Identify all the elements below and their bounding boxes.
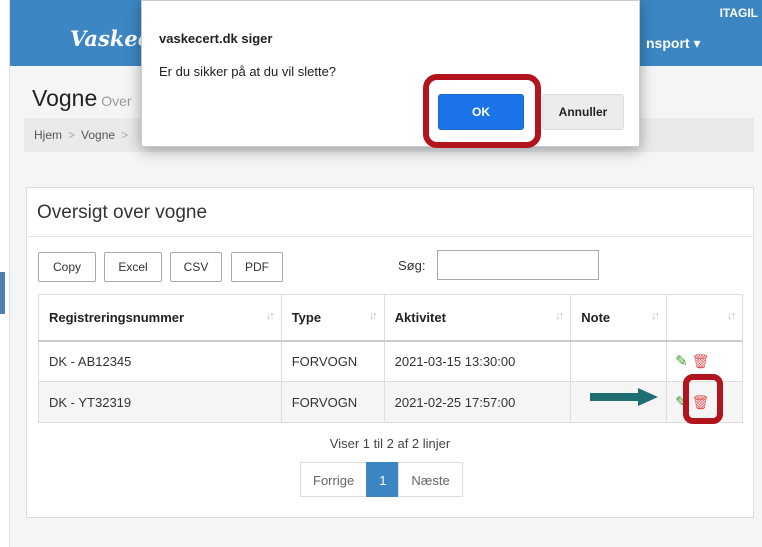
left-edge (0, 0, 10, 547)
pagination-page-1[interactable]: 1 (366, 462, 400, 497)
copy-button[interactable]: Copy (38, 252, 96, 282)
cell-type: FORVOGN (280, 340, 385, 382)
cell-activity: 2021-02-25 17:57:00 (383, 381, 572, 423)
left-edge-marker (0, 272, 5, 314)
table-header-row: Registreringsnummer ↓↑ Type ↓↑ Aktivitet ↓↑… (38, 294, 743, 342)
pagination-next[interactable]: Næste (398, 462, 463, 497)
col-actions[interactable]: ↓↑ (666, 294, 743, 342)
pagination: Forrige 1 Næste (300, 462, 463, 497)
sort-icon: ↓↑ (727, 310, 736, 322)
panel-divider (27, 236, 753, 237)
trash-icon[interactable]: 🗑 (692, 353, 710, 369)
ok-highlight-ring (423, 74, 541, 148)
sort-icon: ↓↑ (368, 310, 378, 322)
cell-activity: 2021-03-15 13:30:00 (383, 340, 572, 382)
excel-button[interactable]: Excel (104, 252, 162, 282)
cell-reg: DK - AB12345 (38, 340, 282, 382)
col-aktivitet[interactable]: Aktivitet ↓↑ (383, 294, 572, 342)
col-label: Note (581, 309, 611, 325)
cancel-button[interactable]: Annuller (542, 94, 624, 130)
delete-highlight-ring (683, 374, 723, 424)
dialog-title: vaskecert.dk siger (159, 31, 273, 46)
panel-title: Oversigt over vogne (37, 202, 208, 223)
cell-note (570, 340, 668, 382)
dialog-message: Er du sikker på at du vil slette? (159, 64, 337, 79)
page-title-text: Vogne (32, 85, 98, 111)
search-input[interactable] (437, 250, 599, 280)
breadcrumb-vogne[interactable]: Vogne (81, 128, 115, 142)
confirm-dialog: vaskecert.dk siger Er du sikker på at du… (141, 0, 640, 147)
arrow-right-icon (590, 388, 658, 406)
col-label: Type (291, 309, 322, 325)
sort-icon: ↓↑ (555, 310, 564, 322)
col-type[interactable]: Type ↓↑ (280, 294, 385, 342)
col-registreringsnummer[interactable]: Registreringsnummer ↓↑ (38, 294, 282, 342)
col-label: Registreringsnummer (49, 309, 185, 325)
nav-user[interactable]: ITAGIL (720, 6, 758, 20)
cell-reg: DK - YT32319 (38, 381, 282, 423)
caret-down-icon: ▾ (693, 35, 701, 51)
breadcrumb-home[interactable]: Hjem (34, 128, 62, 142)
pdf-button[interactable]: PDF (231, 252, 283, 282)
page-title: Vogne Over (32, 85, 132, 112)
nav-menu-transport[interactable]: nsport ▾ (646, 35, 700, 52)
cell-type: FORVOGN (280, 381, 385, 423)
vehicles-panel: Oversigt over vogne Copy Excel CSV PDF S… (26, 187, 754, 518)
sort-icon: ↓↑ (265, 310, 275, 322)
nav-menu-label: nsport (646, 35, 690, 51)
col-label: Aktivitet (394, 309, 446, 325)
csv-button[interactable]: CSV (170, 252, 222, 282)
breadcrumb-separator: > (68, 128, 76, 142)
col-note[interactable]: Note ↓↑ (570, 294, 668, 342)
pagination-prev[interactable]: Forrige (300, 462, 368, 497)
table-row: DK - AB12345 FORVOGN 2021-03-15 13:30:00… (38, 340, 743, 382)
breadcrumb-separator: > (121, 128, 129, 142)
table-info: Viser 1 til 2 af 2 linjer (329, 436, 451, 451)
sort-icon: ↓↑ (651, 310, 660, 322)
search-label: Søg: (398, 258, 426, 273)
pencil-icon[interactable]: ✎ (675, 353, 688, 370)
page-subtitle: Over (101, 93, 132, 109)
